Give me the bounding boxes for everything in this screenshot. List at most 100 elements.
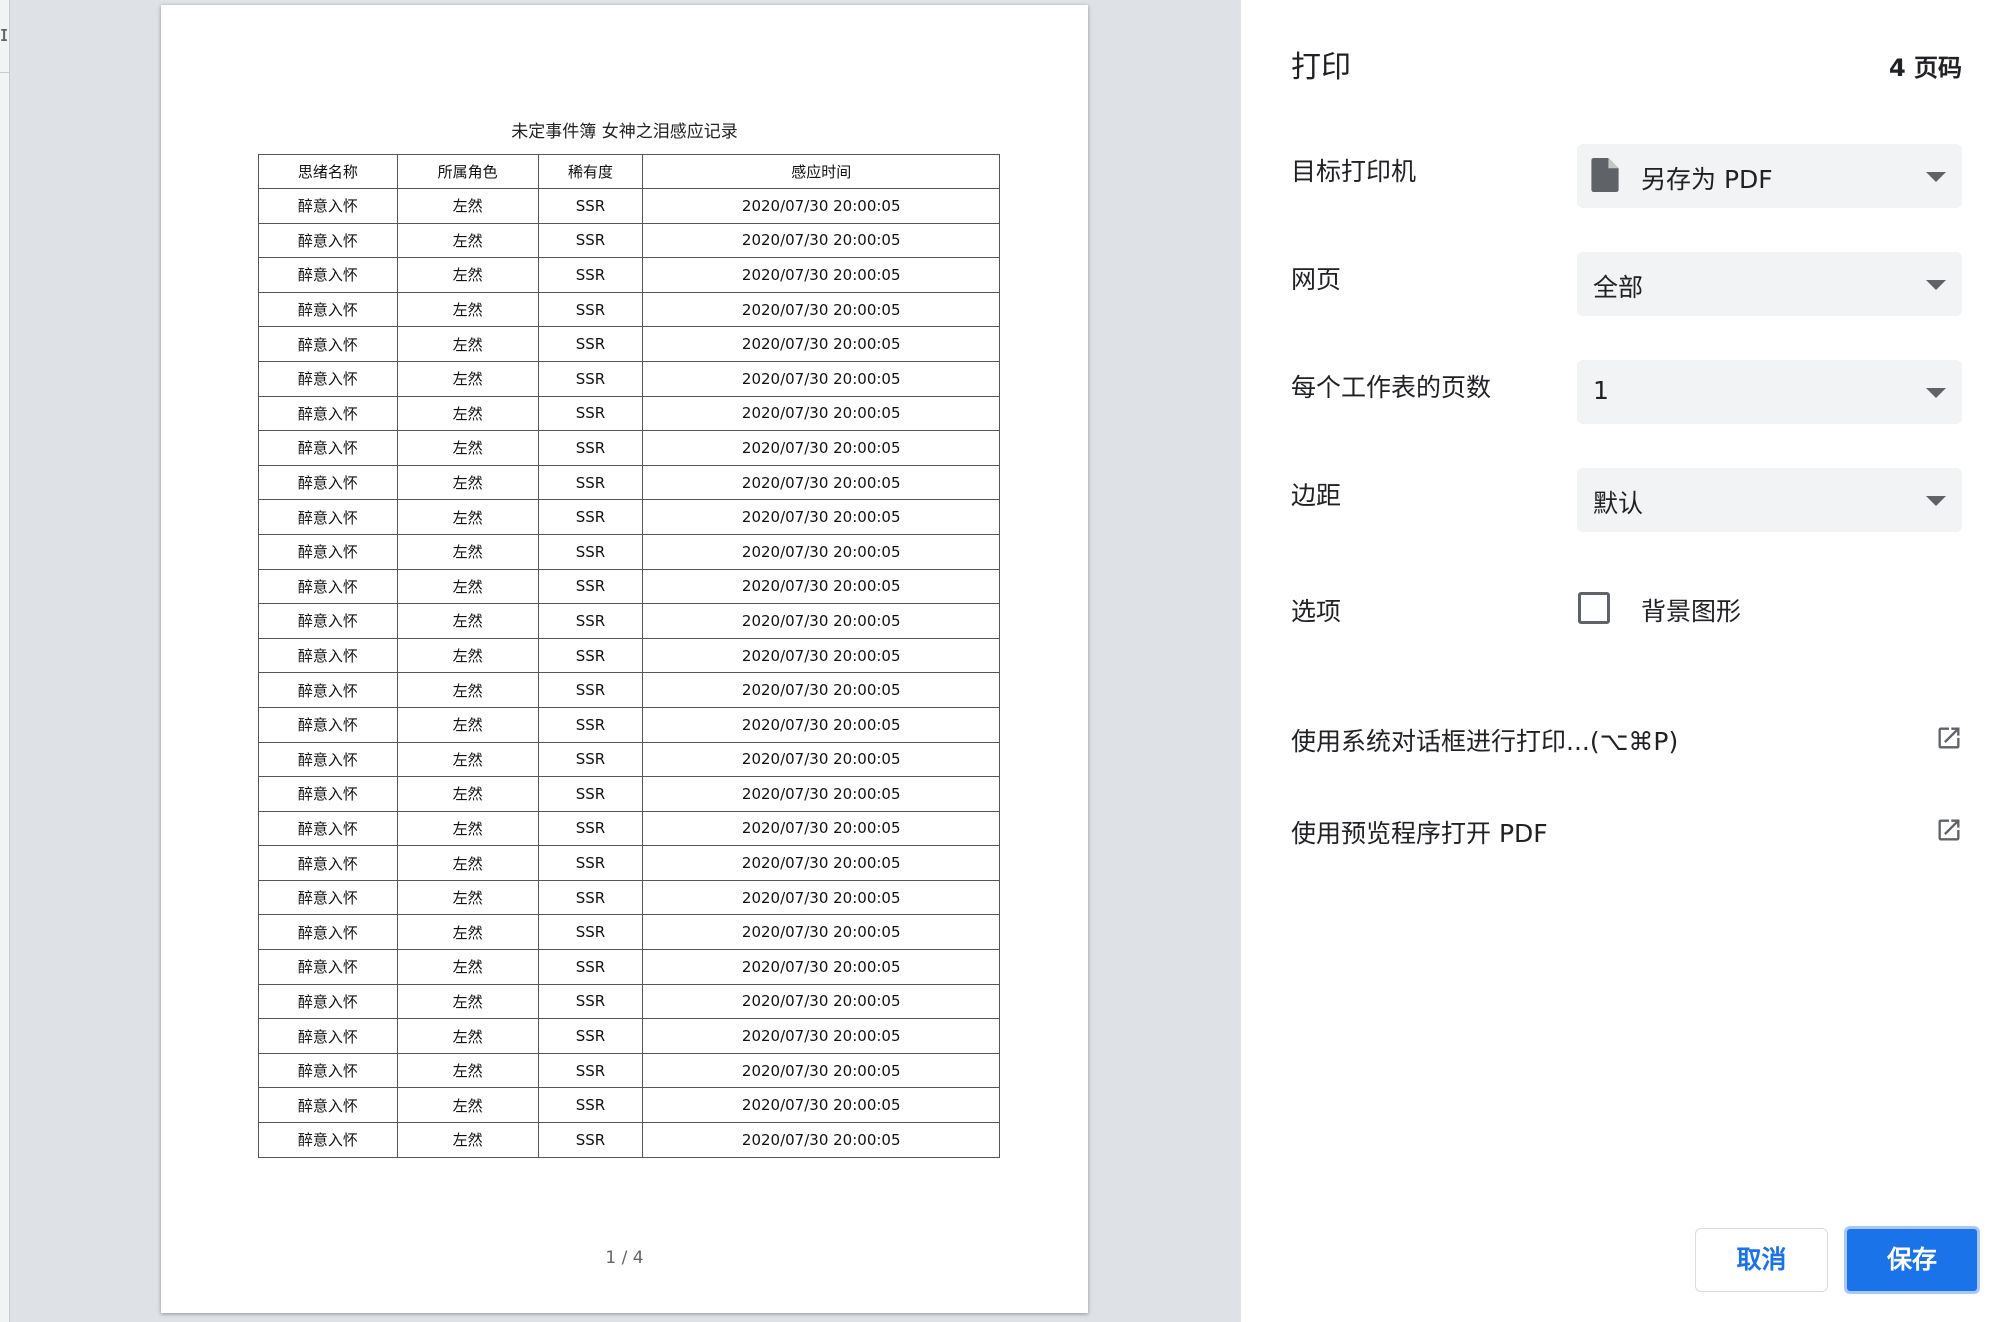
table-row: 醉意入怀 左然 SSR 2020/07/30 20:00:05 xyxy=(258,568,1000,605)
table-cell: 2020/07/30 20:00:05 xyxy=(642,533,1000,570)
table-cell: SSR xyxy=(537,499,644,535)
table-cell: SSR xyxy=(537,845,644,881)
table-cell: 左然 xyxy=(396,1018,539,1054)
table-row: 醉意入怀 左然 SSR 2020/07/30 20:00:05 xyxy=(258,776,1000,812)
table-cell: SSR xyxy=(537,637,644,674)
table-cell: 左然 xyxy=(396,395,539,432)
table-row: 醉意入怀 左然 SSR 2020/07/30 20:00:05 xyxy=(258,1052,1000,1089)
cancel-button[interactable]: 取消 xyxy=(1695,1228,1828,1292)
table-cell: SSR xyxy=(537,672,644,708)
table-row: 醉意入怀 左然 SSR 2020/07/30 20:00:05 xyxy=(258,637,1000,674)
column-header: 思绪名称 xyxy=(258,154,398,189)
destination-select[interactable]: 另存为 PDF xyxy=(1577,144,1962,208)
chevron-down-icon xyxy=(1926,280,1946,290)
table-cell: 2020/07/30 20:00:05 xyxy=(642,568,1000,605)
table-cell: SSR xyxy=(537,326,644,362)
table-cell: 醉意入怀 xyxy=(258,845,398,881)
table-cell: 醉意入怀 xyxy=(258,395,398,432)
table-body: 醉意入怀 左然 SSR 2020/07/30 20:00:05 醉意入怀 左然 SSR 202… xyxy=(258,188,1000,1158)
table-cell: 醉意入怀 xyxy=(258,430,398,466)
table-row: 醉意入怀 左然 SSR 2020/07/30 20:00:05 xyxy=(258,464,1000,501)
table-cell: SSR xyxy=(537,188,644,224)
margins-value: 默认 xyxy=(1593,489,1644,518)
table-cell: 醉意入怀 xyxy=(258,637,398,674)
table-cell: 左然 xyxy=(396,1052,539,1089)
pages-per-sheet-select[interactable]: 1 xyxy=(1577,360,1962,424)
table-cell: 左然 xyxy=(396,430,539,466)
table-cell: 2020/07/30 20:00:05 xyxy=(642,326,1000,362)
table-cell: 2020/07/30 20:00:05 xyxy=(642,706,1000,743)
table-cell: 左然 xyxy=(396,257,539,293)
column-header: 感应时间 xyxy=(642,154,1000,189)
table-cell: SSR xyxy=(537,395,644,432)
table-cell: 左然 xyxy=(396,637,539,674)
margins-select[interactable]: 默认 xyxy=(1577,468,1962,532)
background-graphics-checkbox[interactable] xyxy=(1578,592,1610,624)
system-dialog-link-text: 使用系统对话框进行打印...(⌥⌘P) xyxy=(1291,727,1679,756)
chevron-down-icon xyxy=(1926,388,1946,398)
pages-label: 网页 xyxy=(1291,265,1342,294)
table-cell: 2020/07/30 20:00:05 xyxy=(642,291,1000,328)
table-cell: 醉意入怀 xyxy=(258,326,398,362)
table-cell: 2020/07/30 20:00:05 xyxy=(642,464,1000,501)
table-row: 醉意入怀 左然 SSR 2020/07/30 20:00:05 xyxy=(258,291,1000,328)
table-row: 醉意入怀 左然 SSR 2020/07/30 20:00:05 xyxy=(258,499,1000,535)
table-cell: 左然 xyxy=(396,360,539,397)
table-cell: 2020/07/30 20:00:05 xyxy=(642,1018,1000,1054)
table-cell: SSR xyxy=(537,291,644,328)
background-graphics-label[interactable]: 背景图形 xyxy=(1641,592,1741,628)
table-cell: 左然 xyxy=(396,499,539,535)
table-cell: 醉意入怀 xyxy=(258,1018,398,1054)
table-cell: 2020/07/30 20:00:05 xyxy=(642,1087,1000,1124)
table-cell: 左然 xyxy=(396,291,539,328)
panel-title: 打印 xyxy=(1291,50,1351,85)
table-cell: SSR xyxy=(537,983,644,1020)
table-cell: SSR xyxy=(537,706,644,743)
table-row: 醉意入怀 左然 SSR 2020/07/30 20:00:05 xyxy=(258,983,1000,1020)
table-row: 醉意入怀 左然 SSR 2020/07/30 20:00:05 xyxy=(258,326,1000,362)
table-cell: SSR xyxy=(537,1122,644,1158)
records-table: 思绪名称 所属角色 稀有度 感应时间 醉意入怀 左然 SSR 2020/07/30 2… xyxy=(258,154,1000,1158)
open-preview-link[interactable]: 使用预览程序打开 PDF xyxy=(1291,814,1963,854)
table-cell: SSR xyxy=(537,1052,644,1089)
page-count: 4 页码 xyxy=(1888,54,1962,82)
table-cell: 醉意入怀 xyxy=(258,188,398,224)
table-cell: 左然 xyxy=(396,464,539,501)
pages-select[interactable]: 全部 xyxy=(1577,252,1962,316)
column-header: 稀有度 xyxy=(537,154,644,189)
table-cell: 醉意入怀 xyxy=(258,603,398,639)
table-cell: 2020/07/30 20:00:05 xyxy=(642,914,1000,951)
table-row: 醉意入怀 左然 SSR 2020/07/30 20:00:05 xyxy=(258,810,1000,847)
table-cell: 2020/07/30 20:00:05 xyxy=(642,879,1000,916)
table-row: 醉意入怀 左然 SSR 2020/07/30 20:00:05 xyxy=(258,879,1000,916)
table-cell: SSR xyxy=(537,568,644,605)
table-cell: SSR xyxy=(537,533,644,570)
table-cell: 左然 xyxy=(396,533,539,570)
table-cell: 醉意入怀 xyxy=(258,741,398,778)
table-row: 醉意入怀 左然 SSR 2020/07/30 20:00:05 xyxy=(258,395,1000,432)
destination-label: 目标打印机 xyxy=(1291,157,1417,186)
table-cell: 2020/07/30 20:00:05 xyxy=(642,949,1000,985)
chevron-down-icon xyxy=(1926,172,1946,182)
table-cell: 醉意入怀 xyxy=(258,914,398,951)
save-button[interactable]: 保存 xyxy=(1844,1226,1980,1294)
open-in-new-icon xyxy=(1938,727,1960,749)
table-cell: SSR xyxy=(537,603,644,639)
table-row: 醉意入怀 左然 SSR 2020/07/30 20:00:05 xyxy=(258,1018,1000,1054)
table-cell: 2020/07/30 20:00:05 xyxy=(642,1122,1000,1158)
destination-value: 另存为 PDF xyxy=(1641,165,1773,194)
table-cell: 左然 xyxy=(396,188,539,224)
table-cell: 左然 xyxy=(396,1087,539,1124)
table-cell: 左然 xyxy=(396,741,539,778)
table-cell: 2020/07/30 20:00:05 xyxy=(642,603,1000,639)
divider xyxy=(0,72,10,73)
table-cell: 左然 xyxy=(396,914,539,951)
table-cell: 醉意入怀 xyxy=(258,533,398,570)
page-indicator: 1 / 4 xyxy=(605,1248,644,1268)
table-cell: 醉意入怀 xyxy=(258,257,398,293)
table-row: 醉意入怀 左然 SSR 2020/07/30 20:00:05 xyxy=(258,949,1000,985)
table-cell: 左然 xyxy=(396,776,539,812)
table-cell: 醉意入怀 xyxy=(258,672,398,708)
print-preview-area: ɪ 未定事件簿 女神之泪感应记录 思绪名称 所属角色 稀有度 感应时间 醉意入怀… xyxy=(0,0,1241,1322)
system-dialog-link[interactable]: 使用系统对话框进行打印...(⌥⌘P) xyxy=(1291,722,1963,762)
